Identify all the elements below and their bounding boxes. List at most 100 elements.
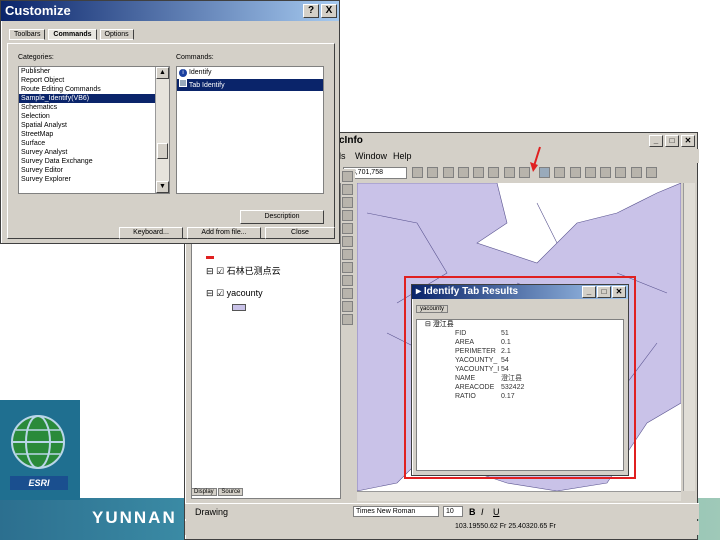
- select-arrow-icon[interactable]: [342, 262, 353, 273]
- layout-icon[interactable]: [630, 167, 642, 178]
- font-size-select[interactable]: 10: [443, 506, 463, 517]
- previous-extent-icon[interactable]: [600, 167, 612, 178]
- find-icon[interactable]: [503, 167, 515, 178]
- tab-toolbars[interactable]: Toolbars: [9, 29, 46, 40]
- measure-icon[interactable]: [554, 167, 566, 178]
- tree-root[interactable]: ⊟ 澄江县: [417, 320, 623, 329]
- categories-list[interactable]: Publisher Report Object Route Editing Co…: [18, 66, 170, 194]
- pan-icon[interactable]: [442, 167, 454, 178]
- help-button[interactable]: ?: [303, 4, 319, 18]
- list-item[interactable]: Survey Data Exchange: [19, 157, 169, 166]
- font-name-select[interactable]: Times New Roman: [353, 506, 439, 517]
- expand-icon[interactable]: ⊟: [206, 288, 214, 298]
- forward-icon[interactable]: [342, 249, 353, 260]
- underline-button[interactable]: U: [493, 507, 500, 517]
- find-icon[interactable]: [342, 288, 353, 299]
- commands-list[interactable]: i Identify Tab Identify: [176, 66, 324, 194]
- list-item[interactable]: Survey Analyst: [19, 148, 169, 157]
- zoom-in-icon[interactable]: [342, 171, 353, 182]
- attribute-value: 澄江县: [501, 375, 522, 382]
- identify-tool-icon: [179, 79, 187, 87]
- back-icon[interactable]: [342, 236, 353, 247]
- expand-icon[interactable]: ⊟: [206, 266, 214, 276]
- attribute-value: 0.17: [501, 393, 515, 400]
- lightning-icon[interactable]: [342, 314, 353, 325]
- measure-icon[interactable]: [342, 301, 353, 312]
- list-item[interactable]: Report Object: [19, 76, 169, 85]
- tab-options[interactable]: Options: [99, 29, 134, 40]
- command-item-identify[interactable]: i Identify: [177, 67, 323, 79]
- map-vertical-scrollbar[interactable]: [683, 183, 695, 491]
- toc-layer-1[interactable]: ⊟ ☑ 石林已测点云: [206, 264, 281, 277]
- map-horizontal-scrollbar[interactable]: [357, 491, 681, 501]
- attribute-row: AREACODE 532422: [417, 383, 623, 392]
- list-item[interactable]: Selection: [19, 112, 169, 121]
- list-item[interactable]: StreetMap: [19, 130, 169, 139]
- commands-panel: Categories: Commands: Publisher Report O…: [7, 43, 335, 239]
- drawing-menu[interactable]: Drawing: [195, 507, 228, 517]
- list-item[interactable]: Spatial Analyst: [19, 121, 169, 130]
- collapse-icon[interactable]: ⊟: [425, 321, 433, 328]
- tab-commands[interactable]: Commands: [48, 29, 97, 40]
- fixed-zoom-icon[interactable]: [342, 197, 353, 208]
- italic-button[interactable]: I: [481, 507, 484, 517]
- list-item[interactable]: Survey Explorer: [19, 175, 169, 184]
- tab-yacounty[interactable]: yacounty: [416, 305, 449, 313]
- drawing-toolbar: Drawing Times New Roman 10 B I U: [185, 503, 699, 519]
- globe-tool-icon[interactable]: [342, 223, 353, 234]
- zoom-in-icon[interactable]: [412, 167, 424, 178]
- scroll-thumb[interactable]: [157, 143, 168, 159]
- close-button[interactable]: ✕: [612, 286, 626, 298]
- description-button[interactable]: Description: [240, 210, 324, 224]
- attribute-row: NAME 澄江县: [417, 374, 623, 383]
- attribute-row: YACOUNTY_I 54: [417, 365, 623, 374]
- scroll-up-icon[interactable]: ▲: [156, 67, 169, 79]
- keyboard-button[interactable]: Keyboard...: [119, 227, 183, 239]
- zoom-out-icon[interactable]: [427, 167, 439, 178]
- select-icon[interactable]: [473, 167, 485, 178]
- list-item[interactable]: Surface: [19, 139, 169, 148]
- edit-icon[interactable]: [488, 167, 500, 178]
- next-extent-icon[interactable]: [615, 167, 627, 178]
- refresh-icon[interactable]: [645, 167, 657, 178]
- menu-help[interactable]: Help: [393, 151, 412, 161]
- maximize-button[interactable]: □: [665, 135, 679, 147]
- attribute-row: PERIMETER 2.1: [417, 347, 623, 356]
- list-item[interactable]: Publisher: [19, 67, 169, 76]
- list-item[interactable]: Schematics: [19, 103, 169, 112]
- layer-checkbox[interactable]: ☑: [216, 288, 224, 298]
- toc-layer-2[interactable]: ⊟ ☑ yacounty: [206, 288, 263, 299]
- command-item-tab-identify[interactable]: Tab Identify: [177, 79, 323, 91]
- identify-title: Identify Tab Results: [423, 286, 519, 297]
- identify-titlebar: ▸ Identify Tab Results _ □ ✕: [412, 285, 628, 299]
- info-icon[interactable]: [342, 275, 353, 286]
- maximize-button[interactable]: □: [597, 286, 611, 298]
- hyperlink-icon[interactable]: [569, 167, 581, 178]
- bold-button[interactable]: B: [469, 507, 476, 517]
- minimize-button[interactable]: _: [649, 135, 663, 147]
- close-button[interactable]: X: [321, 4, 337, 18]
- attribute-field: NAME: [455, 375, 476, 382]
- menu-window[interactable]: Window: [355, 151, 387, 161]
- list-item[interactable]: Route Editing Commands: [19, 85, 169, 94]
- pan-icon[interactable]: [342, 210, 353, 221]
- scroll-down-icon[interactable]: ▼: [156, 181, 169, 193]
- tab-display[interactable]: Display: [191, 488, 217, 496]
- command-label: Identify: [188, 69, 212, 76]
- full-extent-icon[interactable]: [584, 167, 596, 178]
- attribute-field: YACOUNTY_I: [455, 366, 500, 373]
- zoom-out-icon[interactable]: [342, 184, 353, 195]
- add-from-file-button[interactable]: Add from file...: [187, 227, 261, 239]
- tab-source[interactable]: Source: [218, 488, 244, 496]
- list-item-selected[interactable]: Sample_Identify(VB6): [19, 94, 169, 103]
- arcmap-titlebar: cInfo _ □ ✕: [335, 133, 697, 149]
- minimize-button[interactable]: _: [582, 286, 596, 298]
- globe-tool-icon[interactable]: [457, 167, 469, 178]
- attribute-value: 532422: [501, 384, 525, 391]
- categories-scrollbar[interactable]: ▲ ▼: [155, 67, 169, 193]
- attribute-field: PERIMETER: [455, 348, 496, 355]
- close-button[interactable]: ✕: [681, 135, 695, 147]
- close-dialog-button[interactable]: Close: [265, 227, 335, 239]
- layer-checkbox[interactable]: ☑: [216, 266, 224, 276]
- list-item[interactable]: Survey Editor: [19, 166, 169, 175]
